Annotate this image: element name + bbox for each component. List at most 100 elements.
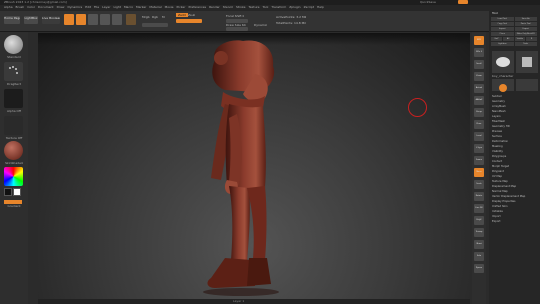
subpalette-header[interactable]: Import [492, 215, 538, 219]
current-tool-thumbnail[interactable] [492, 51, 514, 73]
subpalette-header[interactable]: Deformation [492, 140, 538, 144]
z-intensity-slider[interactable] [176, 19, 202, 23]
right-shelf-button-label: SPix 3 [475, 51, 483, 53]
right-shelf-button[interactable]: Local [474, 132, 484, 141]
rgb-intensity-slider[interactable] [142, 23, 168, 27]
subpalette-header[interactable]: Export [492, 220, 538, 224]
draw-size-slider[interactable] [226, 27, 248, 31]
right-shelf-button[interactable]: Frame [474, 156, 484, 165]
subpalette-header[interactable]: Geometry [492, 100, 538, 104]
right-shelf-button-label: Floor [476, 123, 482, 125]
subpalette-header[interactable]: Preview [492, 130, 538, 134]
timeline-bar[interactable]: Layer 1 [38, 299, 470, 304]
tool-palette-button[interactable]: Import [491, 27, 514, 31]
stroke-thumbnail[interactable] [4, 62, 23, 81]
primary-color-swatch[interactable] [4, 188, 12, 196]
tool-palette-button[interactable]: Load Tool [491, 17, 514, 21]
subpalette-header[interactable]: Morph Target [492, 165, 538, 169]
tool-palette-button[interactable]: GoZ [491, 37, 502, 41]
tool-palette-button[interactable]: Copy Tool [491, 22, 514, 26]
dynamic-toggle[interactable]: Dynamic [254, 23, 267, 27]
right-shelf-button[interactable]: Ghost [474, 240, 484, 249]
right-shelf-button[interactable]: Rotate [474, 192, 484, 201]
texture-thumbnail[interactable] [4, 116, 23, 135]
right-shelf-button[interactable]: Actual [474, 84, 484, 93]
subpalette-header[interactable]: FiberMesh [492, 120, 538, 124]
subpalette-header[interactable]: Unified Skin [492, 205, 538, 209]
move-mode-icon[interactable] [88, 14, 98, 25]
right-shelf-button[interactable]: Transp [474, 228, 484, 237]
right-shelf-button[interactable]: Move [474, 168, 484, 177]
quicksave-button[interactable] [458, 0, 468, 4]
secondary-color-swatch[interactable] [13, 188, 21, 196]
subpalette-header[interactable]: Texture Map [492, 180, 538, 184]
alpha-thumbnail[interactable] [4, 89, 23, 108]
subpalette-header[interactable]: UV Map [492, 175, 538, 179]
tool-palette-button[interactable]: Tools [514, 42, 537, 46]
tool-palette-button[interactable]: Clone [491, 32, 514, 36]
subpalette-header[interactable]: Subtool [492, 95, 538, 99]
right-shelf-button[interactable]: BPR [474, 36, 484, 45]
draw-mode-icon[interactable] [76, 14, 86, 25]
brush-cursor [408, 98, 427, 117]
rotate-mode-icon[interactable] [112, 14, 122, 25]
right-shelf-button-label: PolyF [476, 219, 482, 221]
material-swatch-icon[interactable] [126, 14, 136, 25]
mrgb-toggle[interactable]: Mrgb [142, 15, 150, 19]
subpalette-header[interactable]: Layers [492, 115, 538, 119]
zadd-toggle[interactable]: Zadd [176, 13, 188, 17]
right-shelf-button[interactable]: AAHalf [474, 96, 484, 105]
subpalette-header[interactable]: ArrayMesh [492, 105, 538, 109]
subpalette-header[interactable]: Contact [492, 160, 538, 164]
quicksave-label[interactable]: QuickSave [420, 0, 436, 4]
m-toggle[interactable]: M [162, 15, 165, 19]
subpalette-header[interactable]: Surface [492, 135, 538, 139]
scale-mode-icon[interactable] [100, 14, 110, 25]
tool-palette-button[interactable]: All [502, 37, 514, 41]
tool-palette-button[interactable]: Paste Tool [514, 22, 537, 26]
right-shelf-button[interactable]: L.Sym [474, 144, 484, 153]
subpalette-header[interactable]: NanoMesh [492, 110, 538, 114]
brush-thumbnail[interactable] [4, 35, 23, 54]
right-shelf-button[interactable]: Persp [474, 108, 484, 117]
simplebrush-thumbnail[interactable] [492, 79, 514, 92]
zsub-toggle[interactable]: Zsub [188, 13, 195, 17]
tool-palette-button[interactable]: Save As [514, 17, 537, 21]
tool-palette-button[interactable]: R [526, 37, 537, 41]
right-shelf-button-label: BPR [477, 39, 481, 41]
tool-thumb-extra[interactable] [516, 79, 538, 91]
right-shelf-button[interactable]: Scroll [474, 60, 484, 69]
subpalette-header[interactable]: Display Properties [492, 200, 538, 204]
sculpt-model[interactable] [185, 38, 300, 300]
right-shelf-button[interactable]: Scale [474, 180, 484, 189]
subpalette-header[interactable]: Polygroups [492, 155, 538, 159]
right-shelf-button[interactable]: Floor [474, 120, 484, 129]
current-tool-label: boy_character [492, 74, 514, 78]
edit-mode-icon[interactable] [64, 14, 74, 25]
right-shelf-button[interactable]: Zoom [474, 72, 484, 81]
color-picker[interactable] [4, 167, 23, 186]
right-shelf-button[interactable]: Xpose [474, 264, 484, 273]
subpalette-header[interactable]: Vector Displacement Map [492, 195, 538, 199]
subpalette-header[interactable]: Geometry HD [492, 125, 538, 129]
rgb-toggle[interactable]: Rgb [152, 15, 158, 19]
tool-palette-button[interactable]: Make PolyMesh3D [514, 32, 537, 36]
tool-palette-button[interactable]: Export [514, 27, 537, 31]
right-shelf-button[interactable]: Solo [474, 252, 484, 261]
right-shelf-button[interactable]: Line Fill [474, 204, 484, 213]
right-shelf-button[interactable]: SPix 3 [474, 48, 484, 57]
subpalette-header[interactable]: Masking [492, 145, 538, 149]
live-boolean-button[interactable]: Live Boolean [42, 16, 60, 24]
subpalette-header[interactable]: Normal Map [492, 190, 538, 194]
subpalette-header[interactable]: Polypaint [492, 170, 538, 174]
material-thumbnail[interactable] [4, 141, 23, 160]
tool-palette-button[interactable]: Lightbox [491, 42, 514, 46]
subpalette-header[interactable]: Initialize [492, 210, 538, 214]
polymesh-thumbnail[interactable] [516, 51, 538, 73]
home-page-button[interactable]: Home Page [4, 16, 20, 24]
right-shelf-button[interactable]: PolyF [474, 216, 484, 225]
subpalette-header[interactable]: Displacement Map [492, 185, 538, 189]
subpalette-header[interactable]: Visibility [492, 150, 538, 154]
lightbox-button[interactable]: LightBox [24, 16, 38, 24]
tool-palette-button[interactable]: Visible [514, 37, 526, 41]
